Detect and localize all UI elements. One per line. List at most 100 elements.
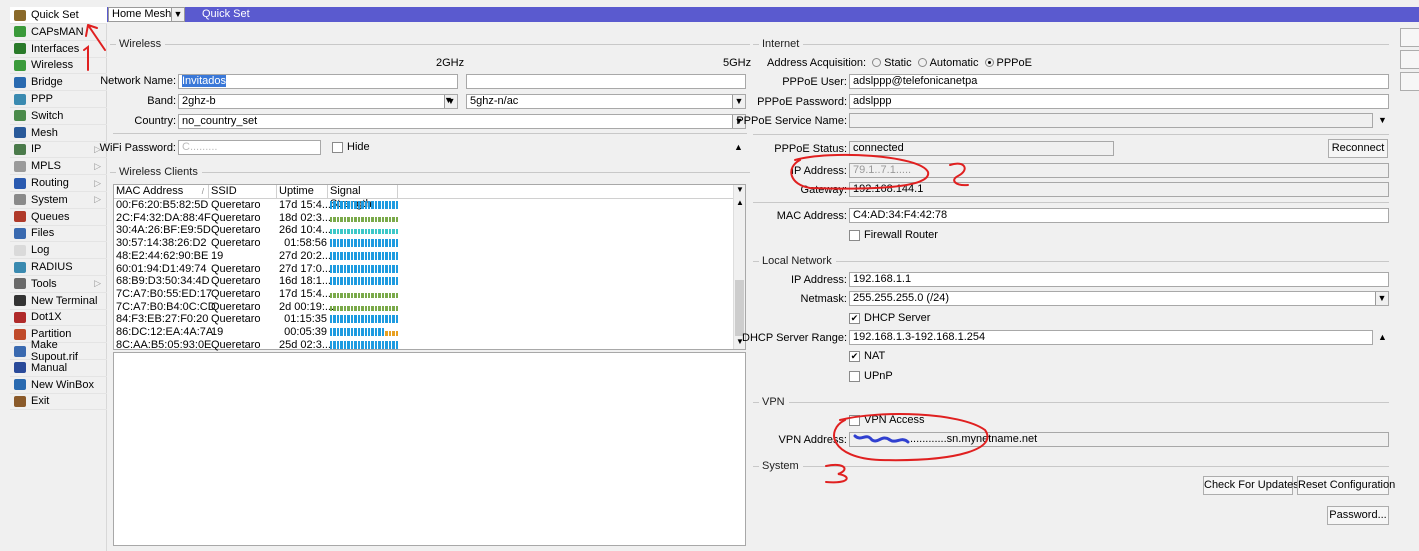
sidebar-item-routing[interactable]: Routing ▷ (10, 175, 107, 192)
radio-static[interactable] (872, 58, 882, 67)
signal-segment (395, 239, 399, 248)
column-menu-arrow-icon[interactable]: ▼ (736, 185, 744, 194)
sidebar-item-tools[interactable]: Tools ▷ (10, 276, 107, 293)
column-header-ssid[interactable]: SSID (209, 185, 277, 199)
dhcp-range-input[interactable]: 192.168.1.3-192.168.1.254 (849, 330, 1373, 345)
checkbox-checked[interactable]: ✔ (849, 312, 860, 324)
table-scrollbar[interactable]: ▼ ▲ ▼ (733, 185, 745, 349)
nat-checkbox[interactable]: ✔ NAT (849, 350, 885, 362)
signal-segment (343, 239, 347, 248)
band-5g-select[interactable]: 5ghz-n/ac ▼ (466, 94, 746, 109)
table-row[interactable]: 68:B9:D3:50:34:4D Queretaro 16d 18:1... (114, 275, 734, 288)
upnp-checkbox[interactable]: UPnP (849, 370, 893, 382)
expand-down-icon[interactable]: ▼ (1378, 115, 1387, 125)
table-row[interactable]: 7C:A7:B0:55:ED:17 Queretaro 17d 15:4... (114, 288, 734, 301)
pppoe-service-input[interactable] (849, 113, 1373, 128)
table-row[interactable]: 2C:F4:32:DA:88:4F Queretaro 18d 02:3... (114, 212, 734, 225)
signal-segment (388, 292, 392, 298)
sidebar-item-system[interactable]: System ▷ (10, 192, 107, 209)
table-row[interactable]: 7C:A7:B0:B4:0C:CD Queretaro 2d 00:19:... (114, 301, 734, 314)
sidebar-item-wireless[interactable]: Wireless (10, 57, 107, 75)
table-row[interactable]: 30:57:14:38:26:D2 Queretaro 01:58:56 (114, 237, 734, 250)
signal-segment (374, 239, 378, 248)
checkbox-checked[interactable]: ✔ (849, 350, 860, 362)
wifi-password-input[interactable]: C......... (178, 140, 321, 155)
sidebar-item-log[interactable]: Log (10, 242, 107, 260)
scrollbar-thumb[interactable] (735, 280, 744, 336)
radio-pppoe[interactable] (984, 58, 994, 67)
band-2g-extra-arrow-icon[interactable]: ▼ (444, 95, 453, 105)
dropdown-arrow-icon[interactable]: ▼ (1375, 292, 1388, 305)
dropdown-arrow-icon[interactable]: ▼ (171, 8, 184, 21)
table-row[interactable]: 60:01:94:D1:49:74 Queretaro 27d 17:0... (114, 263, 734, 276)
check-for-updates-button[interactable]: Check For Updates (1203, 476, 1299, 495)
dropdown-arrow-icon[interactable]: ▼ (732, 95, 745, 108)
side-button-3[interactable] (1400, 72, 1419, 91)
signal-segment (354, 239, 357, 248)
network-name-5g-input[interactable] (466, 74, 746, 89)
collapse-up-icon[interactable]: ▲ (734, 142, 743, 152)
sidebar-item-ppp[interactable]: PPP (10, 91, 107, 108)
sidebar-item-dot1x[interactable]: Dot1X (10, 309, 107, 327)
checkbox-box[interactable] (849, 370, 860, 382)
sidebar-item-manual[interactable]: Manual (10, 360, 107, 377)
sidebar-item-mesh[interactable]: Mesh (10, 125, 107, 142)
radio-automatic[interactable] (917, 58, 927, 67)
table-row[interactable]: 86:DC:12:EA:4A:7A 19 00:05:39 (114, 326, 734, 339)
sidebar-item-ip[interactable]: IP ▷ (10, 141, 107, 159)
table-row[interactable]: 00:F6:20:B5:82:5D Queretaro 17d 15:4... (114, 199, 734, 212)
signal-segment (347, 328, 350, 336)
reset-configuration-button[interactable]: Reset Configuration (1297, 476, 1395, 495)
signal-segment (385, 216, 388, 222)
reconnect-button[interactable]: Reconnect (1328, 139, 1388, 158)
signal-segment (385, 264, 388, 273)
side-button-2[interactable] (1400, 50, 1419, 69)
sidebar-item-exit[interactable]: Exit (10, 393, 107, 411)
pppoe-user-input[interactable]: adslppp@telefonicanetpa (849, 74, 1389, 89)
sidebar-item-new-winbox[interactable]: New WinBox (10, 377, 107, 394)
firewall-router-checkbox[interactable]: Firewall Router (849, 229, 938, 241)
table-row[interactable]: 48:E2:44:62:90:BE 19 27d 20:2... (114, 250, 734, 263)
password-button[interactable]: Password... (1327, 506, 1389, 525)
checkbox-box[interactable] (849, 414, 860, 426)
pppoe-password-input[interactable]: adslppp (849, 94, 1389, 109)
signal-segment (381, 328, 385, 336)
dhcp-server-checkbox[interactable]: ✔ DHCP Server (849, 312, 930, 324)
netmask-select[interactable]: 255.255.255.0 (/24) ▼ (849, 291, 1389, 306)
sidebar-item-radius[interactable]: RADIUS (10, 259, 107, 276)
table-row[interactable]: 84:F3:EB:27:F0:20 Queretaro 01:15:35 (114, 313, 734, 326)
sidebar-item-label: CAPsMAN (31, 25, 84, 38)
band-2g-select[interactable]: 2ghz-b ▼ (178, 94, 458, 109)
table-row[interactable]: 8C:AA:B5:05:93:0E Queretaro 25d 02:3... (114, 339, 734, 352)
column-header-mac[interactable]: MAC Address / (114, 185, 209, 199)
signal-segment (340, 264, 343, 273)
sidebar-item-queues[interactable]: Queues (10, 209, 107, 226)
hide-password-checkbox[interactable]: Hide (332, 141, 370, 153)
column-header-uptime[interactable]: Uptime (277, 185, 328, 199)
table-row[interactable]: 30:4A:26:BF:E9:5D Queretaro 26d 10:4... (114, 224, 734, 237)
sidebar-item-files[interactable]: Files (10, 225, 107, 243)
sidebar-item-new-terminal[interactable]: New Terminal (10, 293, 107, 310)
sidebar-item-make-supout-rif[interactable]: Make Supout.rif (10, 339, 107, 363)
country-select[interactable]: no_country_set ▼ (178, 114, 746, 129)
checkbox-box[interactable] (332, 141, 343, 153)
sidebar-item-quick-set[interactable]: Quick Set (10, 7, 107, 24)
network-name-2g-input[interactable]: Invitados (178, 74, 458, 89)
local-ip-input[interactable]: 192.168.1.1 (849, 272, 1389, 287)
signal-segment (364, 239, 367, 248)
scroll-up-icon[interactable]: ▲ (736, 198, 744, 207)
vpn-access-checkbox[interactable]: VPN Access (849, 414, 925, 426)
signal-segment (354, 229, 357, 235)
mac-address-input[interactable]: C4:AD:34:F4:42:78 (849, 208, 1389, 223)
checkbox-box[interactable] (849, 229, 860, 241)
sidebar-item-capsman[interactable]: CAPsMAN (10, 24, 107, 41)
collapse-up-icon[interactable]: ▲ (1378, 332, 1387, 342)
side-button-1[interactable] (1400, 28, 1419, 47)
sidebar-item-interfaces[interactable]: Interfaces (10, 41, 107, 58)
sidebar-item-mpls[interactable]: MPLS ▷ (10, 158, 107, 176)
sidebar-item-switch[interactable]: Switch (10, 108, 107, 125)
sidebar-item-bridge[interactable]: Bridge (10, 74, 107, 92)
signal-segment (340, 305, 343, 311)
mode-select[interactable]: Home Mesh ▼ (108, 7, 185, 22)
column-header-signal[interactable]: Signal Strength (328, 185, 398, 210)
